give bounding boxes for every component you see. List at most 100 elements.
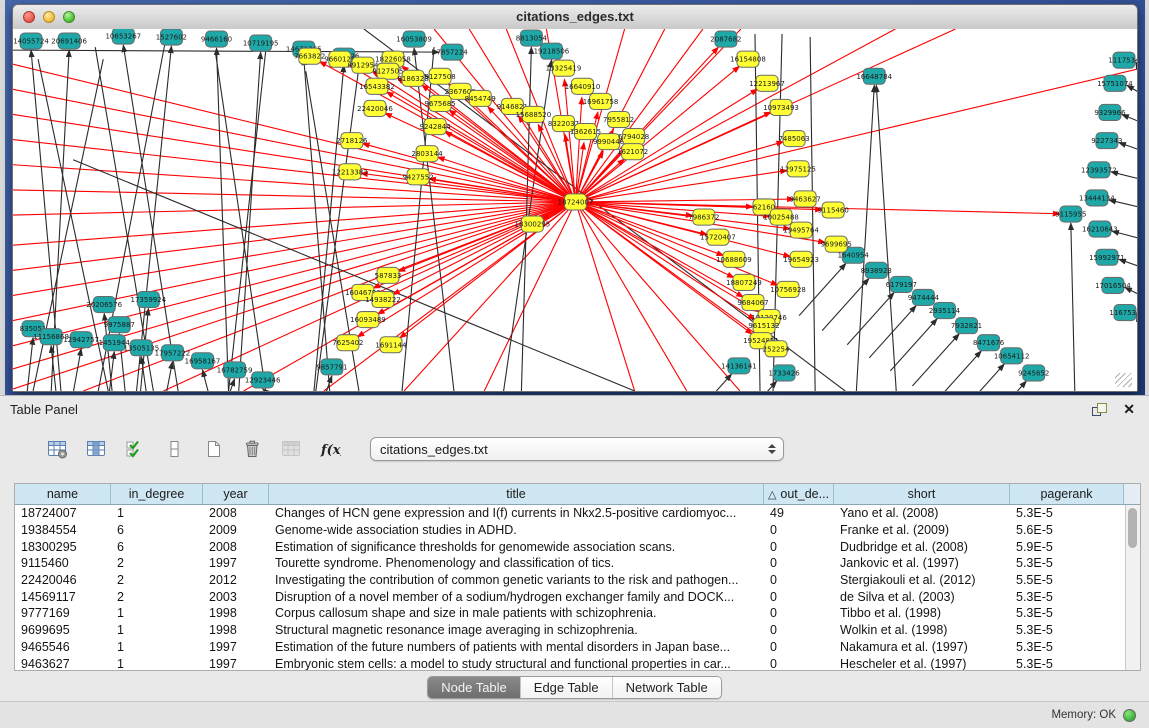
graph-node[interactable]: 9466160 bbox=[201, 31, 232, 47]
scrollbar-thumb[interactable] bbox=[1128, 508, 1137, 548]
graph-node[interactable]: 10654112 bbox=[994, 348, 1030, 364]
graph-node[interactable]: 7485063 bbox=[778, 131, 809, 147]
table-row[interactable]: 2242004622012Investigating the contribut… bbox=[15, 572, 1125, 589]
graph-node[interactable]: 10653267 bbox=[105, 29, 141, 44]
graph-node[interactable]: 12393572 bbox=[1081, 162, 1117, 178]
graph-node[interactable]: 15992971 bbox=[1089, 249, 1125, 265]
column-header-name[interactable]: name bbox=[15, 484, 111, 504]
table-row[interactable]: 1456911722003Disruption of a novel membe… bbox=[15, 588, 1125, 605]
column-header-title[interactable]: title bbox=[269, 484, 764, 504]
graph-node[interactable]: 7663822 bbox=[294, 48, 325, 64]
graph-node[interactable]: 16093489 bbox=[350, 312, 386, 328]
graph-node[interactable]: 12213383 bbox=[332, 164, 368, 180]
graph-node[interactable]: 1117534 bbox=[1108, 52, 1137, 68]
delete-table-icon[interactable] bbox=[239, 437, 265, 461]
vertical-scrollbar[interactable] bbox=[1125, 505, 1140, 670]
graph-node[interactable]: 9675685 bbox=[425, 95, 456, 111]
window-titlebar[interactable]: citations_edges.txt bbox=[13, 5, 1137, 30]
graph-node[interactable]: 2935114 bbox=[929, 303, 961, 319]
table-row[interactable]: 911546021997Tourette syndrome. Phenomeno… bbox=[15, 555, 1125, 572]
table-row[interactable]: 1938455462009Genome-wide association stu… bbox=[15, 522, 1125, 539]
tab-network-table[interactable]: Network Table bbox=[612, 677, 721, 698]
graph-node[interactable]: 9463627 bbox=[790, 191, 821, 207]
graph-node[interactable]: 1621072 bbox=[617, 144, 648, 160]
table-row[interactable]: 946362711997Embryonic stem cells: a mode… bbox=[15, 655, 1125, 670]
graph-node[interactable]: 6179197 bbox=[886, 276, 917, 292]
graph-node[interactable]: 16648784 bbox=[856, 68, 892, 84]
table-row[interactable]: 1830029562008Estimation of significance … bbox=[15, 538, 1125, 555]
graph-node[interactable]: 20691406 bbox=[51, 33, 87, 49]
graph-node[interactable]: 17359924 bbox=[131, 291, 167, 307]
graph-node[interactable]: 9227343 bbox=[1091, 133, 1122, 149]
column-header-year[interactable]: year bbox=[203, 484, 269, 504]
graph-node[interactable]: 7932821 bbox=[951, 318, 982, 334]
select-rows-icon[interactable] bbox=[122, 437, 148, 461]
graph-node[interactable]: 14055724 bbox=[13, 33, 49, 49]
graph-node[interactable]: 9699695 bbox=[821, 236, 852, 252]
column-header-pagerank[interactable]: pagerank bbox=[1010, 484, 1124, 504]
graph-node[interactable]: 17016504 bbox=[1095, 277, 1131, 293]
graph-node[interactable]: 16210643 bbox=[1082, 221, 1118, 237]
graph-node[interactable]: 16053809 bbox=[396, 31, 432, 47]
column-header-out_de[interactable]: △out_de... bbox=[764, 484, 834, 504]
graph-node[interactable]: 16640910 bbox=[565, 78, 601, 94]
graph-node[interactable]: 9245652 bbox=[1018, 365, 1049, 381]
graph-node[interactable]: 2087682 bbox=[710, 31, 741, 47]
graph-node[interactable]: 1733426 bbox=[768, 365, 800, 381]
graph-node[interactable]: 12213967 bbox=[749, 75, 785, 91]
table-row[interactable]: 977716911998Corpus callosum shape and si… bbox=[15, 605, 1125, 622]
graph-node[interactable]: 9474444 bbox=[908, 289, 940, 305]
tab-node-table[interactable]: Node Table bbox=[428, 677, 520, 698]
graph-node[interactable]: 9115955 bbox=[1055, 206, 1086, 222]
graph-node[interactable]: 2718126 bbox=[336, 133, 368, 149]
table-row[interactable]: 1872400712008Changes of HCN gene express… bbox=[15, 505, 1125, 522]
select-columns-icon[interactable] bbox=[83, 437, 109, 461]
graph-node[interactable]: 252254 bbox=[763, 341, 790, 357]
graph-node[interactable]: 12975125 bbox=[780, 161, 816, 177]
create-table-icon[interactable] bbox=[200, 437, 226, 461]
graph-node[interactable]: 1691144 bbox=[375, 337, 407, 353]
table-settings-icon[interactable] bbox=[44, 437, 70, 461]
column-header-short[interactable]: short bbox=[834, 484, 1010, 504]
table-selector[interactable]: citations_edges.txt bbox=[370, 437, 784, 461]
graph-node[interactable]: 10719195 bbox=[243, 35, 279, 51]
table-row[interactable]: 969969511998Structural magnetic resonanc… bbox=[15, 622, 1125, 639]
graph-node[interactable]: 16154808 bbox=[730, 51, 766, 67]
function-builder-icon[interactable]: f(x) bbox=[317, 437, 343, 461]
citation-network-graph[interactable]: 1405572420691406 10653267 1527602 9466160 10… bbox=[13, 29, 1137, 391]
graph-node[interactable]: 7955812 bbox=[603, 111, 634, 127]
resize-grip-icon[interactable] bbox=[1115, 373, 1132, 387]
graph-node[interactable]: 10688609 bbox=[716, 251, 752, 267]
graph-node[interactable]: 14136141 bbox=[721, 358, 757, 374]
graph-node[interactable]: 7625402 bbox=[332, 335, 363, 351]
graph-node[interactable]: 1167534 bbox=[1109, 305, 1137, 321]
graph-node[interactable]: 1527602 bbox=[156, 29, 187, 45]
graph-node[interactable]: 9857791 bbox=[316, 359, 347, 375]
float-panel-icon[interactable] bbox=[1092, 403, 1107, 416]
graph-node[interactable]: 6794028 bbox=[618, 129, 649, 145]
close-panel-icon[interactable]: ✕ bbox=[1123, 403, 1135, 416]
graph-node[interactable]: 587833 bbox=[375, 267, 402, 283]
graph-node[interactable]: 9427552 bbox=[402, 169, 433, 185]
graph-node[interactable]: 15720407 bbox=[700, 229, 736, 245]
graph-node[interactable]: 7857224 bbox=[437, 44, 469, 60]
tab-edge-table[interactable]: Edge Table bbox=[520, 677, 612, 698]
graph-node[interactable]: 13444134 bbox=[1079, 190, 1115, 206]
graph-node[interactable]: 8454749 bbox=[465, 90, 496, 106]
table-row[interactable]: 946554611997Estimation of the future num… bbox=[15, 639, 1125, 656]
graph-node[interactable]: 7986372 bbox=[688, 209, 719, 225]
graph-node[interactable]: 9127508 bbox=[425, 68, 456, 84]
graph-node[interactable]: 8938923 bbox=[861, 262, 892, 278]
graph-node[interactable]: 8471676 bbox=[973, 335, 1005, 351]
column-header-in_degree[interactable]: in_degree bbox=[111, 484, 203, 504]
graph-node[interactable]: 9975887 bbox=[104, 317, 135, 333]
graph-node[interactable]: 16543382 bbox=[359, 78, 395, 94]
graph-node[interactable]: 9329966 bbox=[1094, 104, 1126, 120]
network-canvas[interactable]: 1405572420691406 10653267 1527602 9466160 10… bbox=[13, 29, 1137, 391]
graph-node[interactable]: 2803144 bbox=[412, 146, 444, 162]
graph-node[interactable]: 9684067 bbox=[737, 294, 768, 310]
graph-node[interactable]: 9115460 bbox=[818, 202, 849, 218]
graph-node[interactable]: 16961758 bbox=[583, 93, 619, 109]
graph-node[interactable]: 9615132 bbox=[748, 318, 779, 334]
cell-format-icon[interactable] bbox=[161, 437, 187, 461]
